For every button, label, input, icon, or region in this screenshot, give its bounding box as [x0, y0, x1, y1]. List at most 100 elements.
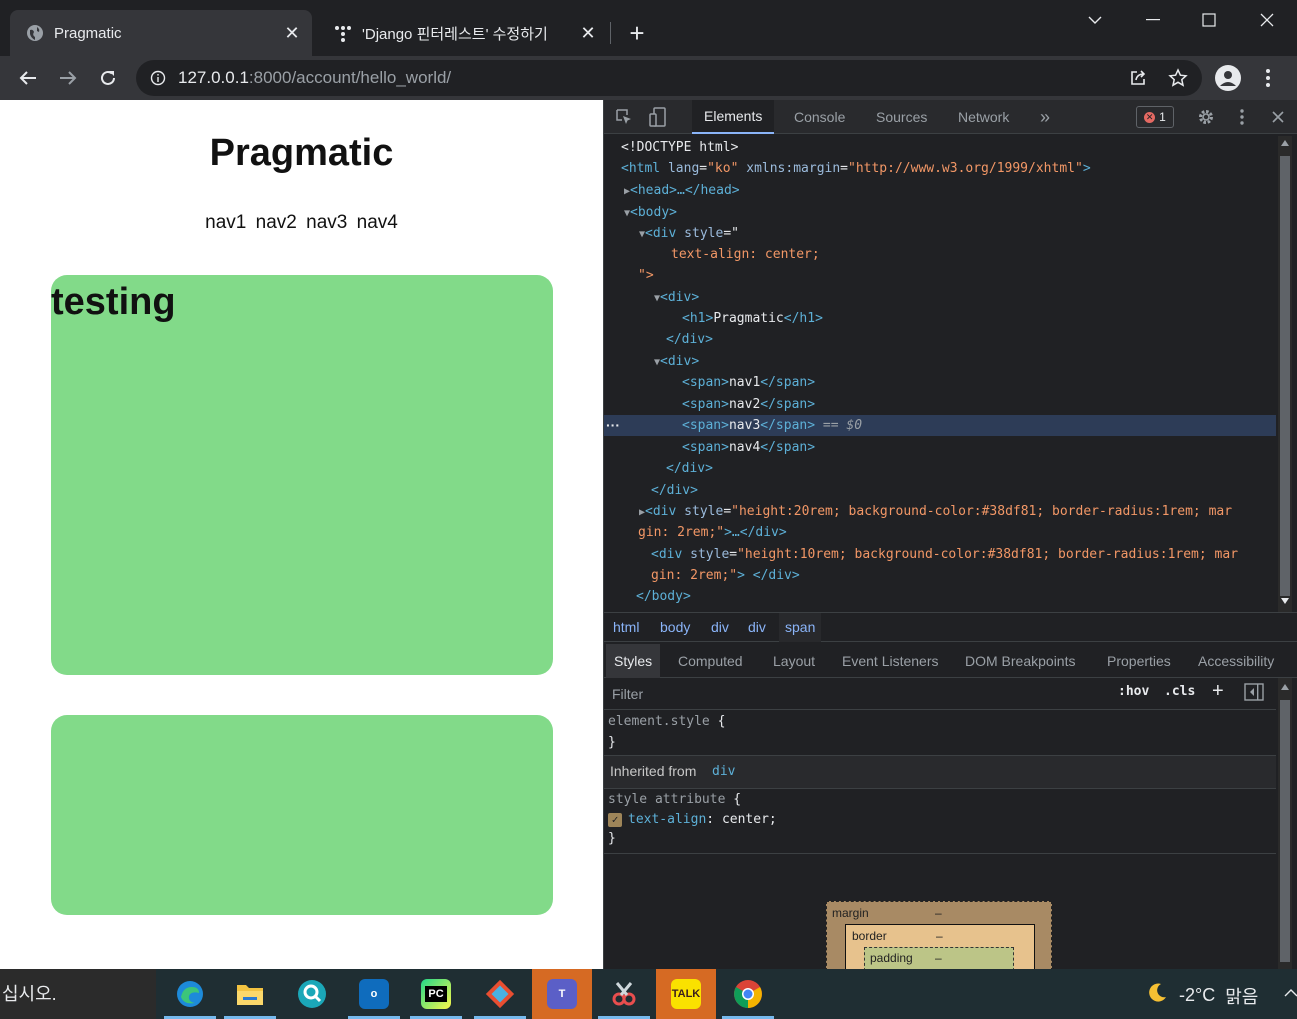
bookmark-star-icon[interactable]: [1162, 62, 1194, 94]
devtools-tab-network[interactable]: Network: [946, 100, 1021, 134]
devtools-tab-console[interactable]: Console: [782, 100, 857, 134]
search-app-icon[interactable]: [282, 969, 342, 1019]
dom-line-span-nav4[interactable]: <span>nav4</span>: [682, 437, 1297, 458]
more-tabs-chevron-icon[interactable]: »: [1028, 100, 1062, 134]
tab-title: 'Django 핀터레스트' 수정하기: [362, 25, 548, 43]
reload-icon[interactable]: [92, 62, 124, 94]
cls-toggle[interactable]: .cls: [1164, 684, 1195, 704]
tab-search-chevron-icon[interactable]: [1080, 6, 1110, 34]
subtab-layout[interactable]: Layout: [765, 644, 823, 678]
dom-line-html[interactable]: <html lang="ko" xmlns:margin="http://www…: [621, 158, 1293, 179]
device-toolbar-icon[interactable]: [646, 105, 670, 129]
prop-text-align[interactable]: ✓ text-align: center;: [608, 810, 777, 830]
scrollbar-thumb[interactable]: [1280, 700, 1290, 962]
dom-line-div-close[interactable]: </div>: [666, 458, 1297, 479]
devtools-tab-sources[interactable]: Sources: [864, 100, 939, 134]
subtab-properties[interactable]: Properties: [1099, 644, 1179, 678]
dom-line-div-close[interactable]: </div>: [651, 480, 1297, 501]
dom-scrollbar[interactable]: [1278, 136, 1292, 612]
hov-toggle[interactable]: :hov: [1118, 684, 1149, 704]
tab-django[interactable]: 'Django 핀터레스트' 수정하기 ✕: [318, 10, 608, 56]
weather-widget[interactable]: -2°C 맑음: [1145, 981, 1258, 1010]
share-icon[interactable]: [1122, 62, 1154, 94]
checkbox-checked-icon[interactable]: ✓: [608, 812, 622, 827]
tab-pragmatic[interactable]: Pragmatic ✕: [10, 10, 312, 56]
breadcrumb: html body div div span: [604, 612, 1297, 642]
dom-line-doctype[interactable]: <!DOCTYPE html>: [621, 137, 1293, 158]
scroll-up-icon[interactable]: [1281, 140, 1289, 146]
dom-line-box2-wrap[interactable]: gin: 2rem;"> </div>: [651, 565, 1297, 586]
kakaotalk-icon[interactable]: TALK: [656, 969, 716, 1019]
scroll-up-icon[interactable]: [1281, 684, 1289, 690]
dom-line-box1[interactable]: ▶<div style="height:20rem; background-co…: [639, 501, 1297, 522]
subtab-dom-breakpoints[interactable]: DOM Breakpoints: [957, 644, 1083, 678]
breadcrumb-div[interactable]: div: [705, 613, 735, 642]
windows-taskbar: 십시오. o PC T TALK -2°C 맑음: [0, 969, 1297, 1019]
filter-input[interactable]: Filter: [606, 682, 1106, 706]
subtab-styles[interactable]: Styles: [606, 644, 661, 678]
taskbar-search[interactable]: 십시오.: [0, 969, 156, 1019]
edge-icon[interactable]: [160, 969, 220, 1019]
inspect-element-icon[interactable]: [612, 105, 636, 129]
dom-line-span-nav3-selected[interactable]: <span>nav3</span> == $0: [604, 415, 1276, 436]
add-rule-plus-icon[interactable]: +: [1212, 680, 1224, 702]
menu-kebab-icon[interactable]: [1252, 62, 1284, 94]
subtab-accessibility[interactable]: Accessibility: [1190, 644, 1282, 678]
dom-line-style-value[interactable]: text-align: center;: [671, 244, 1297, 265]
dom-line-box1-wrap[interactable]: gin: 2rem;">…</div>: [638, 522, 1297, 543]
dom-line-body[interactable]: ▼<body>: [624, 202, 1296, 223]
back-arrow-icon[interactable]: [12, 62, 44, 94]
breadcrumb-html[interactable]: html: [607, 613, 645, 642]
tab-close-icon[interactable]: ✕: [278, 19, 306, 47]
maximize-icon[interactable]: [1194, 6, 1224, 34]
inherited-from-link[interactable]: div: [712, 764, 735, 779]
dom-line-box2[interactable]: <div style="height:10rem; background-col…: [651, 544, 1297, 565]
dom-line-div-close[interactable]: </div>: [666, 329, 1297, 350]
tab-close-icon[interactable]: ✕: [574, 19, 602, 47]
subtab-event-listeners[interactable]: Event Listeners: [834, 644, 947, 678]
box-model-border-label: border: [852, 929, 887, 943]
scroll-down-icon[interactable]: [1281, 598, 1289, 604]
dom-line-body-close[interactable]: </body>: [636, 586, 1297, 607]
chrome-icon[interactable]: [718, 969, 778, 1019]
subtab-computed[interactable]: Computed: [670, 644, 751, 678]
styles-subtab-bar: Styles Computed Layout Event Listeners D…: [604, 644, 1297, 678]
rule-style-attribute[interactable]: style attribute {: [608, 790, 741, 810]
profile-avatar-icon[interactable]: [1212, 62, 1244, 94]
breadcrumb-body[interactable]: body: [654, 613, 696, 642]
scrollbar-thumb[interactable]: [1280, 156, 1290, 596]
git-icon[interactable]: [470, 969, 530, 1019]
dom-line-div[interactable]: ▼<div>: [654, 287, 1297, 308]
node-ellipsis-icon[interactable]: ···: [606, 417, 620, 433]
snipping-tool-icon[interactable]: [594, 969, 654, 1019]
new-tab-plus-icon[interactable]: +: [622, 18, 652, 48]
devtools-tab-elements[interactable]: Elements: [692, 100, 775, 134]
teams-icon[interactable]: T: [532, 969, 592, 1019]
toggle-sidebar-icon[interactable]: [1244, 683, 1264, 703]
dom-line-style-close[interactable]: ">: [638, 265, 1297, 286]
devtools-menu-kebab-icon[interactable]: [1230, 105, 1254, 129]
styles-scrollbar[interactable]: [1278, 678, 1292, 969]
settings-gear-icon[interactable]: [1194, 105, 1218, 129]
dom-line-span-nav1[interactable]: <span>nav1</span>: [682, 372, 1297, 393]
dom-line-head[interactable]: ▶<head>…</head>: [624, 180, 1296, 201]
close-window-icon[interactable]: [1252, 6, 1282, 34]
error-count-badge[interactable]: ✕ 1: [1136, 106, 1174, 128]
dom-line-div[interactable]: ▼<div>: [654, 351, 1297, 372]
info-icon[interactable]: [148, 68, 168, 88]
tray-chevron-up-icon[interactable]: [1284, 985, 1297, 1003]
rule-element-style[interactable]: element.style {: [608, 712, 725, 732]
breadcrumb-div[interactable]: div: [742, 613, 772, 642]
forward-arrow-icon[interactable]: [52, 62, 84, 94]
dom-line-h1[interactable]: <h1>Pragmatic</h1>: [682, 308, 1297, 329]
outlook-icon[interactable]: o: [344, 969, 404, 1019]
file-explorer-icon[interactable]: [220, 969, 280, 1019]
dom-line-div-style[interactable]: ▼<div style=": [639, 223, 1297, 244]
address-bar[interactable]: 127.0.0.1:8000/account/hello_world/: [136, 60, 1202, 96]
pycharm-icon[interactable]: PC: [406, 969, 466, 1019]
devtools-close-icon[interactable]: [1266, 105, 1290, 129]
url-text[interactable]: 127.0.0.1:8000/account/hello_world/: [178, 68, 451, 88]
dom-line-span-nav2[interactable]: <span>nav2</span>: [682, 394, 1297, 415]
breadcrumb-span[interactable]: span: [779, 613, 822, 642]
minimize-icon[interactable]: [1138, 6, 1168, 34]
